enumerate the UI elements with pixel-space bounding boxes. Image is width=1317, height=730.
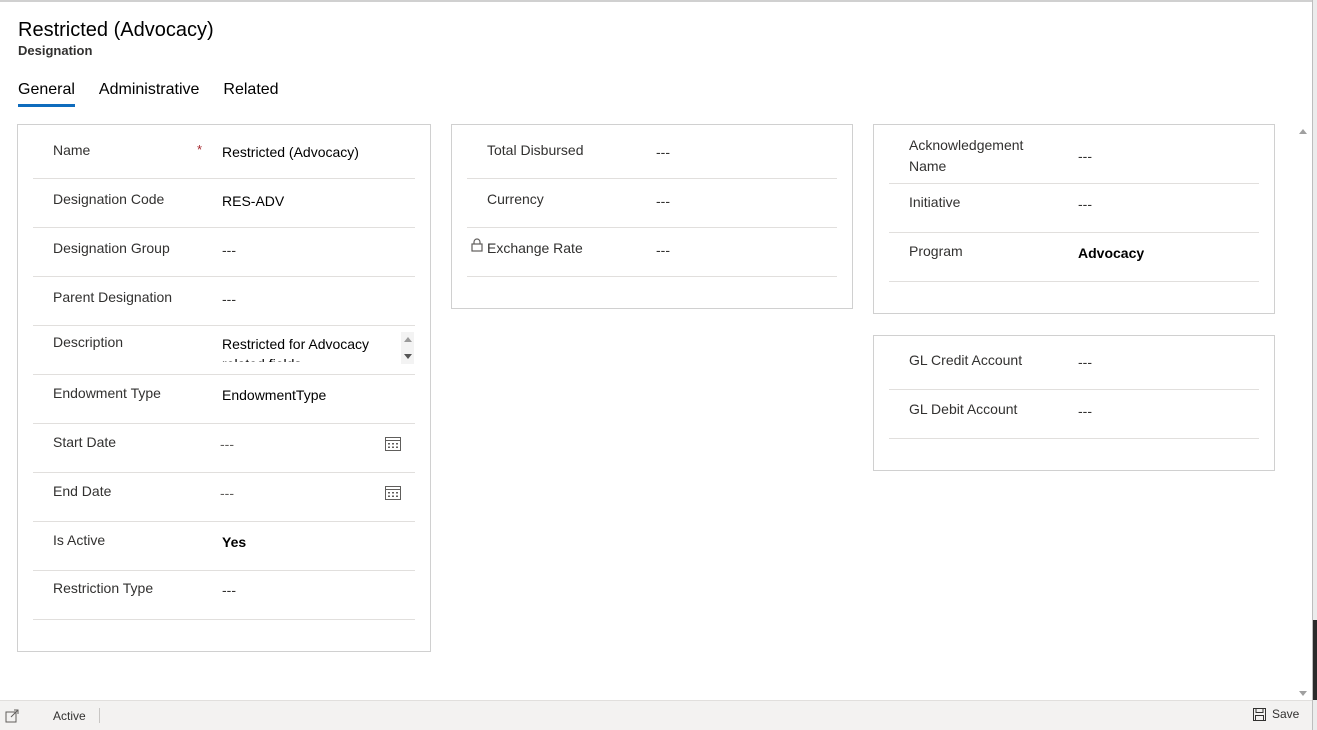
field-row-restriction-type: Restriction Type --- — [33, 571, 415, 620]
endowment-type-select[interactable]: EndowmentType — [222, 385, 326, 406]
currency-label: Currency — [487, 191, 544, 207]
field-row-gl-debit-account: GL Debit Account --- — [889, 390, 1259, 439]
right-edge-dark-block — [1313, 620, 1317, 700]
field-row-currency: Currency --- — [467, 179, 837, 228]
exchange-rate-label: Exchange Rate — [487, 240, 583, 256]
description-label: Description — [53, 334, 124, 350]
field-row-gl-credit-account: GL Credit Account --- — [889, 341, 1259, 390]
page-scrollbar[interactable] — [1296, 125, 1310, 700]
top-border — [0, 0, 1312, 2]
gl-credit-account-label: GL Credit Account — [909, 352, 1023, 368]
name-field[interactable]: Restricted (Advocacy) — [222, 142, 359, 163]
tab-list: General Administrative Related — [18, 81, 303, 107]
form-header: Restricted (Advocacy) Designation — [18, 18, 214, 58]
scroll-down-icon[interactable] — [1299, 691, 1307, 696]
is-active-toggle[interactable]: Yes — [222, 532, 246, 553]
acknowledgement-label-line1: Acknowledgement — [909, 137, 1024, 153]
acknowledgement-label-line2: Name — [909, 158, 947, 174]
scroll-up-icon[interactable] — [404, 337, 412, 342]
scroll-up-icon[interactable] — [1299, 129, 1307, 134]
general-section: Name * Restricted (Advocacy) Designation… — [17, 124, 431, 652]
program-label: Program — [909, 243, 963, 259]
initiative-label: Initiative — [909, 194, 961, 210]
program-section: Acknowledgement Name --- Initiative --- P… — [873, 124, 1275, 314]
save-icon — [1253, 707, 1266, 721]
parent-designation-lookup[interactable]: --- — [222, 289, 236, 310]
form-window: Restricted (Advocacy) Designation Genera… — [0, 0, 1317, 730]
description-textarea[interactable]: Restricted for Advocacy related fields — [222, 334, 392, 362]
parent-designation-label: Parent Designation — [53, 289, 173, 305]
start-date-label: Start Date — [53, 434, 117, 450]
field-row-parent-designation: Parent Designation --- — [33, 277, 415, 326]
gl-debit-account-label: GL Debit Account — [909, 401, 1018, 417]
restriction-type-select[interactable]: --- — [222, 580, 236, 601]
field-row-acknowledgement-name: Acknowledgement Name --- — [889, 130, 1259, 184]
name-label: Name — [53, 142, 91, 158]
is-active-label: Is Active — [53, 532, 106, 548]
field-row-endowment-type: Endowment Type EndowmentType — [33, 375, 415, 424]
tab-administrative[interactable]: Administrative — [99, 81, 199, 107]
tab-related[interactable]: Related — [223, 81, 278, 107]
end-date-label: End Date — [53, 483, 112, 499]
gl-debit-account-lookup[interactable]: --- — [1078, 401, 1092, 422]
open-in-new-window-icon[interactable] — [5, 709, 19, 723]
description-scrollbar[interactable] — [401, 332, 414, 364]
record-status: Active — [53, 709, 86, 723]
record-title: Restricted (Advocacy) — [18, 19, 214, 41]
initiative-lookup[interactable]: --- — [1078, 194, 1092, 215]
status-bar: Active Save — [0, 700, 1312, 730]
total-disbursed-label: Total Disbursed — [487, 142, 584, 158]
field-row-name: Name * Restricted (Advocacy) — [33, 130, 415, 179]
acknowledgement-name-field[interactable]: --- — [1078, 146, 1092, 167]
field-row-description: Description Restricted for Advocacy rela… — [33, 326, 415, 375]
designation-code-label: Designation Code — [53, 191, 165, 207]
scroll-down-icon[interactable] — [404, 354, 412, 359]
designation-group-lookup[interactable]: --- — [222, 240, 236, 261]
calendar-icon[interactable] — [385, 486, 401, 500]
required-indicator: * — [197, 142, 203, 157]
designation-code-field[interactable]: RES-ADV — [222, 191, 284, 212]
field-row-initiative: Initiative --- — [889, 184, 1259, 233]
entity-name: Designation — [18, 43, 93, 58]
financial-section: Total Disbursed --- Currency --- Exchang… — [451, 124, 853, 309]
program-lookup[interactable]: Advocacy — [1078, 243, 1144, 264]
save-button[interactable]: Save — [1253, 707, 1299, 721]
tab-general[interactable]: General — [18, 81, 75, 107]
field-row-designation-code: Designation Code RES-ADV — [33, 179, 415, 228]
total-disbursed-field[interactable]: --- — [656, 142, 670, 163]
designation-group-label: Designation Group — [53, 240, 170, 256]
gl-section: GL Credit Account --- GL Debit Account -… — [873, 335, 1275, 471]
end-date-input[interactable]: --- — [220, 483, 234, 504]
field-row-designation-group: Designation Group --- — [33, 228, 415, 277]
currency-lookup[interactable]: --- — [656, 191, 670, 212]
gl-credit-account-lookup[interactable]: --- — [1078, 352, 1092, 373]
lock-icon — [471, 238, 483, 252]
right-edge-panel — [1312, 0, 1317, 730]
exchange-rate-field: --- — [656, 242, 670, 258]
start-date-input[interactable]: --- — [220, 434, 234, 455]
field-row-program: Program Advocacy — [889, 233, 1259, 282]
status-divider — [99, 708, 100, 723]
field-row-is-active: Is Active Yes — [33, 522, 415, 571]
field-row-end-date: End Date --- — [33, 473, 415, 522]
save-label: Save — [1272, 707, 1300, 721]
field-row-exchange-rate: Exchange Rate --- — [467, 228, 837, 277]
acknowledgement-name-label: Acknowledgement Name — [909, 135, 1023, 177]
restriction-type-label: Restriction Type — [53, 580, 154, 596]
field-row-start-date: Start Date --- — [33, 424, 415, 473]
endowment-type-label: Endowment Type — [53, 385, 161, 401]
field-row-total-disbursed: Total Disbursed --- — [467, 130, 837, 179]
calendar-icon[interactable] — [385, 437, 401, 451]
